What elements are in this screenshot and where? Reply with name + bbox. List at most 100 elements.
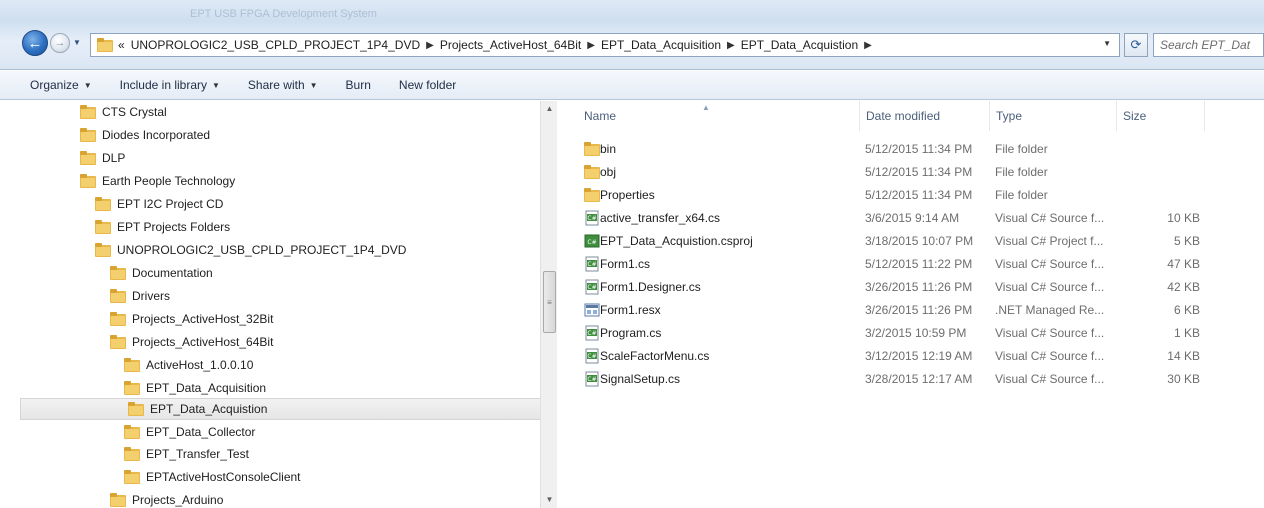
window-title-ghost: EPT USB FPGA Development System [190,8,377,20]
file-row[interactable]: obj 5/12/2015 11:34 PM File folder [578,161,1238,183]
refresh-button[interactable]: ⟳ [1124,33,1148,57]
include-in-library-menu[interactable]: Include in library ▼ [120,78,220,92]
address-bar[interactable]: « UNOPROLOGIC2_USB_CPLD_PROJECT_1P4_DVD … [90,33,1120,57]
share-with-menu[interactable]: Share with ▼ [248,78,318,92]
file-row[interactable]: C# Program.cs 3/2/2015 10:59 PM Visual C# S… [578,322,1238,344]
file-date-modified: 3/18/2015 10:07 PM [865,234,974,248]
file-row[interactable]: Form1.resx 3/26/2015 11:26 PM .NET Managed… [578,299,1238,321]
tree-item[interactable]: ActiveHost_1.0.0.10 [124,354,253,376]
navigation-scrollbar[interactable]: ▲ ≡ ▼ [540,101,557,508]
tree-item[interactable]: Projects_ActiveHost_32Bit [110,308,273,330]
folder-icon [95,197,111,211]
tree-item[interactable]: DLP [80,147,125,169]
tree-item[interactable]: Projects_ActiveHost_64Bit [110,331,273,353]
file-size: 47 KB [1167,257,1200,271]
address-dropdown-icon[interactable]: ▼ [1103,39,1111,48]
csharp-file-icon: C# [584,256,600,272]
tree-item-selected[interactable]: EPT_Data_Acquistion [20,398,544,420]
tree-item[interactable]: EPTActiveHostConsoleClient [124,466,301,488]
file-row[interactable]: C# Form1.cs 5/12/2015 11:22 PM Visual C# So… [578,253,1238,275]
folder-icon [80,151,96,165]
back-button[interactable]: ← [22,30,48,56]
search-input[interactable]: Search EPT_Dat [1153,33,1264,57]
tree-item[interactable]: Projects_Arduino [110,489,223,508]
refresh-icon: ⟳ [1130,37,1142,52]
new-folder-button[interactable]: New folder [399,78,456,92]
csharp-file-icon: C# [584,348,600,364]
file-row[interactable]: C# EPT_Data_Acquistion.csproj 3/18/2015 10… [578,230,1238,252]
file-size: 5 KB [1173,234,1200,248]
svg-text:C#: C# [587,330,596,337]
tree-item[interactable]: CTS Crystal [80,101,167,123]
burn-button[interactable]: Burn [346,78,371,92]
tree-item-label: EPT_Data_Collector [146,425,256,439]
tree-item-label: EPT I2C Project CD [117,197,224,211]
tree-item[interactable]: EPT_Transfer_Test [124,443,249,465]
folder-icon [584,164,600,180]
file-type: File folder [995,142,1048,156]
tree-item[interactable]: EPT Projects Folders [95,216,230,238]
file-name: EPT_Data_Acquistion.csproj [600,234,753,248]
breadcrumb-item[interactable]: EPT_Data_Acquistion [741,38,858,52]
file-size [1108,184,1200,206]
file-row[interactable]: bin 5/12/2015 11:34 PM File folder [578,138,1238,160]
breadcrumb-separator-icon[interactable]: ▶ [727,40,735,51]
file-type: .NET Managed Re... [995,303,1105,317]
svg-text:C#: C# [587,376,596,383]
column-header-date[interactable]: Date modified [860,101,990,131]
navigation-pane[interactable]: CTS Crystal Diodes Incorporated DLP Eart… [10,101,547,508]
tree-item[interactable]: Documentation [110,262,213,284]
file-type: Visual C# Project f... [995,234,1104,248]
breadcrumb-item[interactable]: EPT_Data_Acquisition [601,38,721,52]
folder-icon [80,174,96,188]
tree-item[interactable]: EPT I2C Project CD [95,193,223,215]
breadcrumb-separator-icon[interactable]: ▶ [426,40,434,51]
tree-item[interactable]: Earth People Technology [80,170,235,192]
file-size: 10 KB [1167,211,1200,225]
file-size [1108,161,1200,183]
recent-locations-dropdown[interactable]: ▼ [73,38,83,48]
breadcrumb-overflow[interactable]: « [118,38,125,52]
organize-menu[interactable]: Organize ▼ [30,78,92,92]
file-row[interactable]: C# ScaleFactorMenu.cs 3/12/2015 12:19 AM Vi… [578,345,1238,367]
folder-icon [110,266,126,280]
breadcrumb-separator-icon[interactable]: ▶ [864,40,872,51]
chevron-down-icon: ▼ [83,80,92,90]
csharp-file-icon: C# [584,371,600,387]
scroll-down-icon[interactable]: ▼ [541,492,558,508]
file-row[interactable]: C# Form1.Designer.cs 3/26/2015 11:26 PM Vis… [578,276,1238,298]
file-size: 6 KB [1173,303,1200,317]
breadcrumb-separator-icon[interactable]: ▶ [587,40,595,51]
tree-item[interactable]: EPT_Data_Acquisition [124,377,266,399]
folder-icon [97,38,113,52]
csharp-file-icon: C# [584,325,600,341]
file-date-modified: 5/12/2015 11:34 PM [865,188,973,202]
folder-icon [80,128,96,142]
column-header-size[interactable]: Size [1117,101,1205,131]
column-header-name[interactable]: Name ▲ [578,101,860,131]
column-header-type[interactable]: Type [990,101,1117,131]
breadcrumb-item[interactable]: UNOPROLOGIC2_USB_CPLD_PROJECT_1P4_DVD [131,38,420,52]
csharp-file-icon: C# [584,210,600,226]
scroll-thumb[interactable]: ≡ [543,271,556,333]
tree-item[interactable]: UNOPROLOGIC2_USB_CPLD_PROJECT_1P4_DVD [95,239,406,261]
chevron-down-icon: ▼ [212,80,220,90]
tree-item-label: Drivers [132,289,170,303]
breadcrumb-item[interactable]: Projects_ActiveHost_64Bit [440,38,581,52]
tree-item-label: DLP [102,151,126,165]
file-row[interactable]: Properties 5/12/2015 11:34 PM File folder [578,184,1238,206]
file-row[interactable]: C# active_transfer_x64.cs 3/6/2015 9:14 AM… [578,207,1238,229]
file-type: Visual C# Source f... [995,372,1105,386]
file-row[interactable]: C# SignalSetup.cs 3/28/2015 12:17 AM Visual… [578,368,1238,390]
tree-item[interactable]: Drivers [110,285,170,307]
tree-item-label: EPT Projects Folders [117,220,231,234]
scroll-up-icon[interactable]: ▲ [541,101,558,117]
file-date-modified: 3/26/2015 11:26 PM [865,303,973,317]
tree-item[interactable]: EPT_Data_Collector [124,421,255,443]
file-size: 30 KB [1167,372,1200,386]
tree-item[interactable]: Diodes Incorporated [80,124,210,146]
forward-button[interactable]: → [50,33,70,53]
column-header-label: Name [584,109,617,123]
folder-icon [110,289,126,303]
tree-item-label: Earth People Technology [102,174,236,188]
